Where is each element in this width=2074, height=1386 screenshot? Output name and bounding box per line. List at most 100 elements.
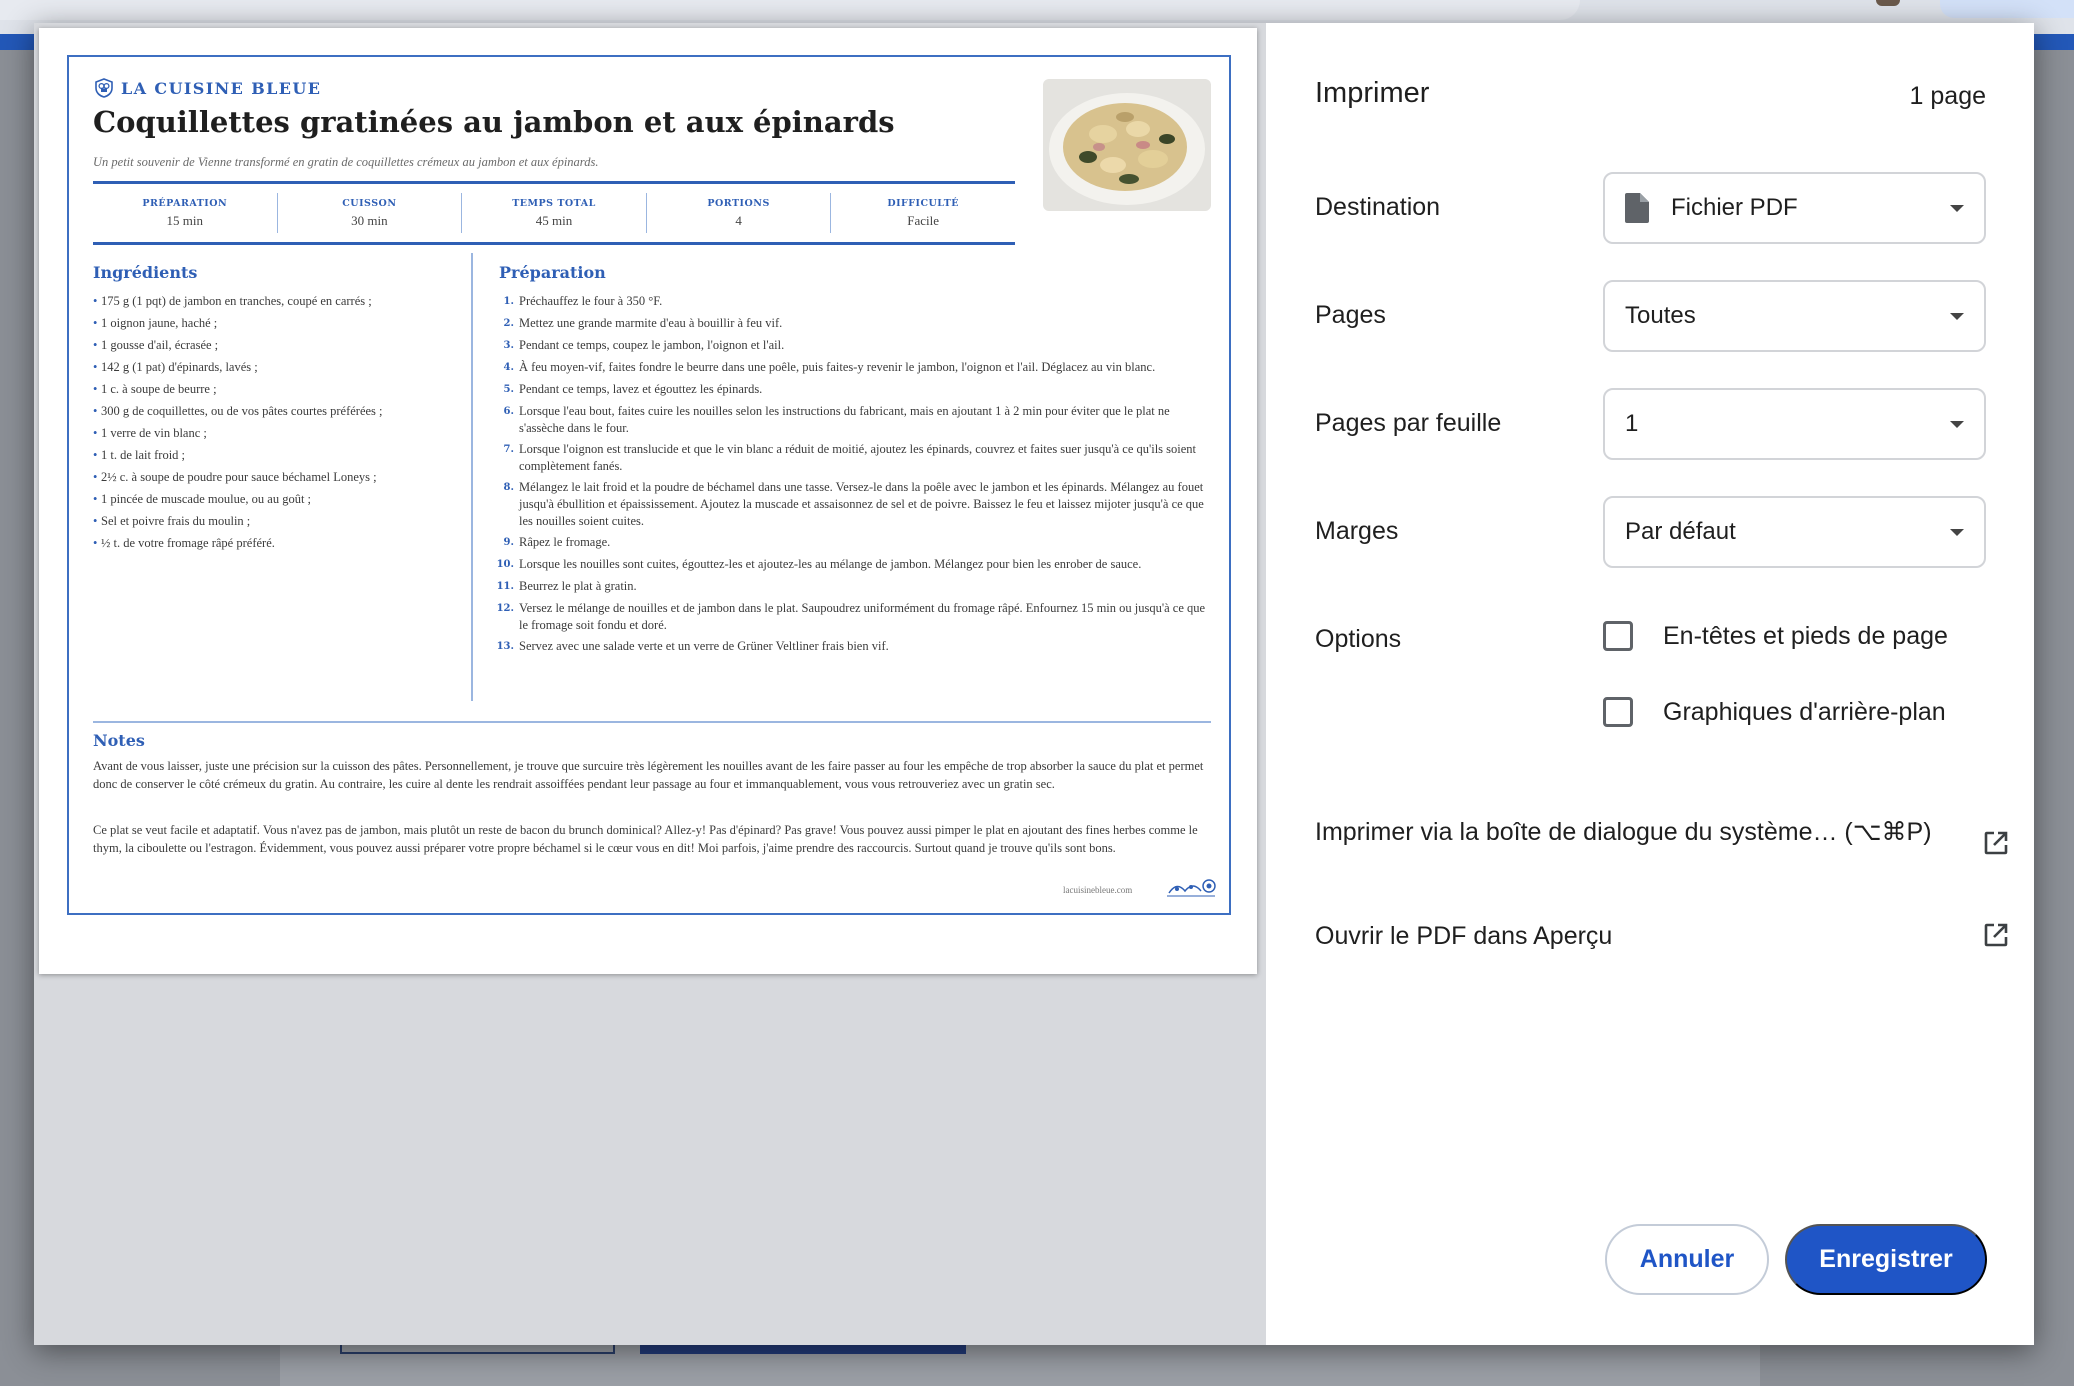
step-number: 10. xyxy=(496,559,514,570)
background-graphics-option[interactable]: Graphiques d'arrière-plan xyxy=(1603,697,1946,727)
step-number: 2. xyxy=(503,318,514,329)
stat-difficulty: DIFFICULTÉ Facile xyxy=(831,193,1015,233)
chevron-down-icon xyxy=(1950,529,1964,536)
chevron-down-icon xyxy=(1950,313,1964,320)
preparation-step: 1. Préchauffez le four à 350 °F. xyxy=(493,293,1213,311)
preview-page: LA CUISINE BLEUE Coquillettes gratinées … xyxy=(39,28,1257,974)
ingredients-heading: Ingrédients xyxy=(93,263,198,282)
background-graphics-checkbox[interactable] xyxy=(1603,697,1633,727)
destination-label: Destination xyxy=(1315,193,1441,221)
step-text: Lorsque l'eau bout, faites cuire les nou… xyxy=(519,404,1170,435)
step-number: 7. xyxy=(503,444,514,455)
system-dialog-link[interactable]: Imprimer via la boîte de dialogue du sys… xyxy=(1315,817,1985,847)
stat-value: 4 xyxy=(735,212,742,228)
step-text: Pendant ce temps, lavez et égouttez les … xyxy=(519,382,763,396)
preparation-step: 11. Beurrez le plat à gratin. xyxy=(493,578,1213,596)
step-text: Beurrez le plat à gratin. xyxy=(519,579,637,593)
preparation-step: 8. Mélangez le lait froid et la poudre de… xyxy=(493,479,1213,530)
ingredient-item: 1 c. à soupe de beurre ; xyxy=(93,381,463,398)
ingredient-item: 1 gousse d'ail, écrasée ; xyxy=(93,337,463,354)
stat-value: 45 min xyxy=(535,212,573,228)
save-button[interactable]: Enregistrer xyxy=(1785,1224,1987,1295)
stat-preparation: PRÉPARATION 15 min xyxy=(93,193,278,233)
step-text: Préchauffez le four à 350 °F. xyxy=(519,294,663,308)
site-url: lacuisinebleue.com xyxy=(1063,885,1133,895)
ingredients-list: 175 g (1 pqt) de jambon en tranches, cou… xyxy=(93,293,463,557)
profile-avatar[interactable] xyxy=(1876,0,1900,6)
headers-footers-checkbox[interactable] xyxy=(1603,621,1633,651)
ingredient-item: 1 pincée de muscade moulue, ou au goût ; xyxy=(93,491,463,508)
preparation-step: 5. Pendant ce temps, lavez et égouttez le… xyxy=(493,381,1213,399)
dish-photo xyxy=(1043,79,1211,211)
browser-action-pill[interactable] xyxy=(1940,0,2074,18)
step-number: 4. xyxy=(503,362,514,373)
ingredient-item: 142 g (1 pat) d'épinards, lavés ; xyxy=(93,359,463,376)
preparation-step: 6. Lorsque l'eau bout, faites cuire les n… xyxy=(493,403,1213,437)
notes-paragraph: Avant de vous laisser, juste une précisi… xyxy=(93,759,1204,791)
pages-per-sheet-select[interactable]: 1 xyxy=(1603,388,1986,460)
stat-cooking: CUISSON 30 min xyxy=(278,193,463,233)
margins-select[interactable]: Par défaut xyxy=(1603,496,1986,568)
step-number: 8. xyxy=(503,482,514,493)
preparation-step: 2. Mettez une grande marmite d'eau à boui… xyxy=(493,315,1213,333)
stat-total-time: TEMPS TOTAL 45 min xyxy=(462,193,647,233)
step-number: 11. xyxy=(496,581,514,592)
stat-label: PORTIONS xyxy=(707,197,770,209)
margins-label: Marges xyxy=(1315,517,1399,545)
stat-servings: PORTIONS 4 xyxy=(647,193,832,233)
notes-paragraph: Ce plat se veut facile et adaptatif. Vou… xyxy=(93,823,1198,855)
step-number: 5. xyxy=(503,384,514,395)
step-text: Lorsque l'oignon est translucide et que … xyxy=(519,442,1197,473)
options-label: Options xyxy=(1315,625,1402,653)
recipe-card: LA CUISINE BLEUE Coquillettes gratinées … xyxy=(67,55,1231,915)
ingredient-item: 1 oignon jaune, haché ; xyxy=(93,315,463,332)
recipe-subtitle: Un petit souvenir de Vienne transformé e… xyxy=(93,155,599,169)
destination-select[interactable]: Fichier PDF xyxy=(1603,172,1986,244)
ingredient-item: ½ t. de votre fromage râpé préféré. xyxy=(93,535,463,552)
preparation-steps: 1. Préchauffez le four à 350 °F. 2. Mettez … xyxy=(493,293,1213,660)
headers-footers-option[interactable]: En-têtes et pieds de page xyxy=(1603,621,1948,651)
preparation-step: 7. Lorsque l'oignon est translucide et qu… xyxy=(493,441,1213,475)
pages-per-sheet-label: Pages par feuille xyxy=(1315,409,1502,437)
print-settings-panel: Imprimer 1 page Destination Fichier PDF … xyxy=(1266,23,2034,1345)
stat-label: TEMPS TOTAL xyxy=(512,197,596,209)
stat-value: Facile xyxy=(907,212,940,228)
dialog-title: Imprimer xyxy=(1315,77,1430,109)
open-external-icon[interactable] xyxy=(1982,829,2010,857)
ingredient-item: 1 verre de vin blanc ; xyxy=(93,425,463,442)
recipe-title: Coquillettes gratinées au jambon et aux … xyxy=(93,105,895,139)
column-divider xyxy=(471,253,473,701)
pages-select[interactable]: Toutes xyxy=(1603,280,1986,352)
step-text: Mettez une grande marmite d'eau à bouill… xyxy=(519,316,783,330)
stat-value: 15 min xyxy=(166,212,204,228)
preparation-step: 3. Pendant ce temps, coupez le jambon, l'… xyxy=(493,337,1213,355)
cancel-button[interactable]: Annuler xyxy=(1605,1224,1769,1295)
preparation-heading: Préparation xyxy=(499,263,606,282)
notes-divider xyxy=(93,721,1211,723)
stat-label: PRÉPARATION xyxy=(142,197,228,209)
chevron-down-icon xyxy=(1950,421,1964,428)
print-dialog: LA CUISINE BLEUE Coquillettes gratinées … xyxy=(34,23,2034,1345)
preparation-step: 12. Versez le mélange de nouilles et de j… xyxy=(493,600,1213,634)
background-graphics-label: Graphiques d'arrière-plan xyxy=(1663,697,1946,726)
open-preview-link[interactable]: Ouvrir le PDF dans Aperçu xyxy=(1315,921,1985,951)
open-external-icon[interactable] xyxy=(1982,921,2010,949)
step-number: 1. xyxy=(503,296,514,307)
ingredient-item: Sel et poivre frais du moulin ; xyxy=(93,513,463,530)
pages-per-sheet-value: 1 xyxy=(1625,410,1639,437)
step-number: 3. xyxy=(503,340,514,351)
preparation-step: 13. Servez avec une salade verte et un ve… xyxy=(493,638,1213,656)
preparation-step: 9. Râpez le fromage. xyxy=(493,534,1213,552)
recipe-brand: LA CUISINE BLEUE xyxy=(93,77,321,99)
file-icon xyxy=(1625,193,1649,223)
step-text: Râpez le fromage. xyxy=(519,535,611,549)
step-number: 12. xyxy=(496,603,514,614)
stat-value: 30 min xyxy=(351,212,388,228)
ingredient-item: 1 t. de lait froid ; xyxy=(93,447,463,464)
stat-label: CUISSON xyxy=(342,197,397,209)
step-text: À feu moyen-vif, faites fondre le beurre… xyxy=(519,360,1156,374)
step-text: Pendant ce temps, coupez le jambon, l'oi… xyxy=(519,338,785,352)
page-count: 1 page xyxy=(1909,82,1986,110)
brand-name: LA CUISINE BLEUE xyxy=(121,78,322,98)
step-text: Versez le mélange de nouilles et de jamb… xyxy=(519,601,1206,632)
